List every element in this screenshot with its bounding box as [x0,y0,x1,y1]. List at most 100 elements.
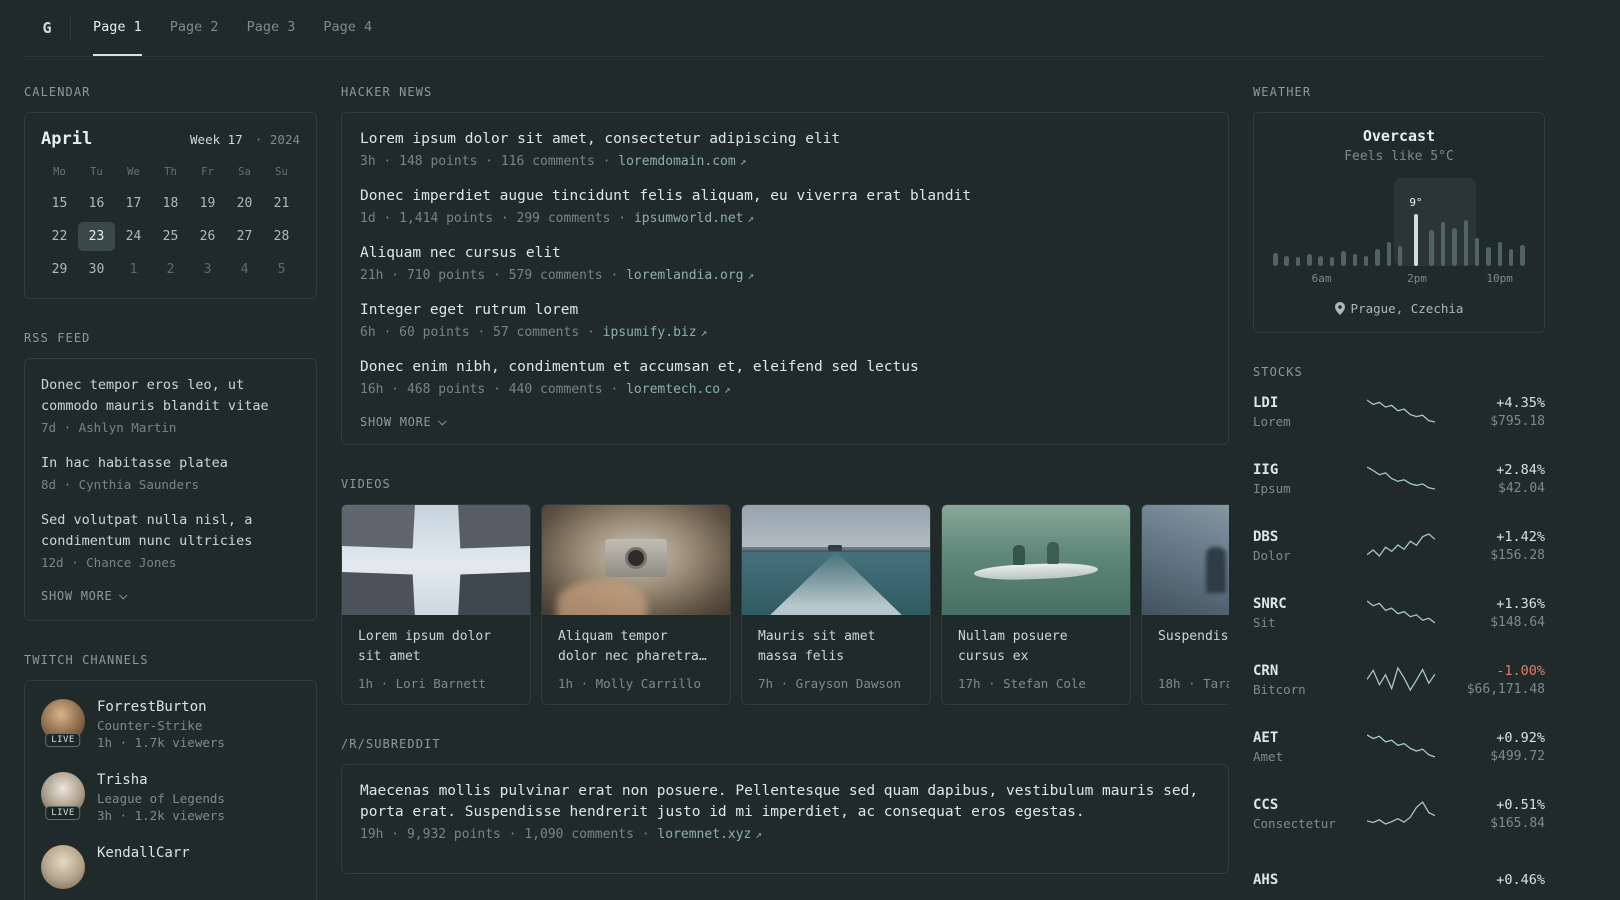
weather-hour-bar[interactable] [1352,249,1358,266]
stock-row[interactable]: DBS Dolor +1.42% $156.28 [1253,526,1545,566]
stock-row[interactable]: SNRC Sit +1.36% $148.64 [1253,593,1545,633]
page-tabs: Page 1 Page 2 Page 3 Page 4 [79,0,386,56]
rss-item-title-link[interactable]: Sed volutpat nulla nisl, a condimentum n… [41,510,300,552]
stock-row[interactable]: AHS +0.46% [1253,861,1545,900]
channel-name[interactable]: Trisha [97,772,225,788]
weather-hour-bar[interactable] [1486,242,1491,266]
video-title[interactable]: Aliquam tempor dolor nec pharetra… [558,627,714,667]
stock-row[interactable]: AET Amet +0.92% $499.72 [1253,727,1545,767]
calendar-day[interactable]: 20 [226,189,263,218]
calendar-day[interactable]: 21 [263,189,300,218]
hackernews-item: Integer eget rutrum lorem 6h · 60 points… [360,300,1210,340]
calendar-day[interactable]: 22 [41,222,78,251]
calendar-day[interactable]: 26 [189,222,226,251]
weather-hour-bar[interactable] [1318,251,1323,266]
hackernews-item-domain-link[interactable]: loremtech.co [626,382,720,397]
weather-hour-bar[interactable] [1520,240,1525,266]
video-title[interactable]: Nullam posuere cursus ex [958,627,1114,667]
calendar-day[interactable]: 17 [115,189,152,218]
video-card[interactable]: Suspendis diam 18h · Tara [1141,504,1229,705]
weather-hour-bar[interactable] [1341,246,1346,266]
channel-name[interactable]: KendallCarr [97,845,190,861]
page-tab[interactable]: Page 4 [323,0,372,56]
calendar-day[interactable]: 29 [41,255,78,284]
weather-hour-bar[interactable] [1329,252,1335,266]
calendar-day[interactable]: 1 [115,255,152,284]
hackernews-item-title-link[interactable]: Donec enim nibh, condimentum et accumsan… [360,357,1210,378]
channel-name[interactable]: ForrestBurton [97,699,225,715]
stock-row[interactable]: IIG Ipsum +2.84% $42.04 [1253,459,1545,499]
rss-item-title-link[interactable]: In hac habitasse platea [41,453,300,474]
calendar-day[interactable]: 25 [152,222,189,251]
hackernews-item-title-link[interactable]: Donec imperdiet augue tincidunt felis al… [360,186,1210,207]
hackernews-item-domain-link[interactable]: ipsumify.biz [603,325,697,340]
hackernews-item-title-link[interactable]: Aliquam nec cursus elit [360,243,1210,264]
calendar-day[interactable]: 24 [115,222,152,251]
calendar-day[interactable]: 3 [189,255,226,284]
video-title[interactable]: Mauris sit amet massa felis [758,627,914,667]
rss-item-title-link[interactable]: Donec tempor eros leo, ut commodo mauris… [41,375,300,417]
subreddit-post-title-link[interactable]: Maecenas mollis pulvinar erat non posuer… [360,781,1210,823]
video-title[interactable]: Lorem ipsum dolor sit amet consectetu… [358,627,514,667]
twitch-channel[interactable]: LIVE Trisha League of Legends 3h · 1.2k … [41,772,300,823]
calendar-day[interactable]: 15 [41,189,78,218]
calendar-day[interactable]: 2 [152,255,189,284]
stock-row[interactable]: CRN Bitcorn -1.00% $66,171.48 [1253,660,1545,700]
hackernews-item-title-link[interactable]: Lorem ipsum dolor sit amet, consectetur … [360,129,1210,150]
rss-widget: RSS FEED Donec tempor eros leo, ut commo… [24,331,317,621]
video-card[interactable]: Mauris sit amet massa felis 7h · Grayson… [741,504,931,705]
weather-hour-bar[interactable] [1497,237,1503,266]
weather-hour-bar[interactable] [1295,252,1301,266]
hackernews-show-more-button[interactable]: SHOW MORE [360,415,447,429]
weather-bar-fill [1508,249,1514,266]
calendar-day[interactable]: 28 [263,222,300,251]
weather-hour-bar[interactable] [1397,241,1403,266]
calendar-day[interactable]: 23 [78,222,115,251]
page-tab[interactable]: Page 1 [93,0,142,56]
weather-hour-bar[interactable] [1429,225,1434,266]
video-card[interactable]: Lorem ipsum dolor sit amet consectetu… 1… [341,504,531,705]
weather-hour-bar[interactable] [1363,251,1369,266]
weather-hour-bar[interactable] [1440,217,1446,266]
subreddit-post-domain-link[interactable]: loremnet.xyz [657,827,751,842]
page-tab[interactable]: Page 3 [247,0,296,56]
weather-hour-bar[interactable] [1375,244,1380,266]
calendar-day[interactable]: 19 [189,189,226,218]
stock-change-percent: +1.36% [1496,596,1545,612]
twitch-channel[interactable]: LIVE ForrestBurton Counter-Strike 1h · 1… [41,699,300,750]
video-card[interactable]: Aliquam tempor dolor nec pharetra… 1h · … [541,504,731,705]
rss-show-more-button[interactable]: SHOW MORE [41,589,128,603]
calendar-day[interactable]: 27 [226,222,263,251]
app-logo[interactable]: G [24,0,70,56]
weather-hour-bar[interactable] [1452,223,1457,266]
calendar-day[interactable]: 30 [78,255,115,284]
calendar-day[interactable]: 4 [226,255,263,284]
calendar-day[interactable]: 16 [78,189,115,218]
external-link-icon: ↗ [739,155,747,168]
weather-hour-bar[interactable] [1273,248,1278,266]
weather-hour-bar[interactable] [1284,251,1289,266]
calendar-day[interactable]: 5 [263,255,300,284]
video-title[interactable]: Suspendis diam [1158,627,1229,667]
calendar-widget-label: CALENDAR [24,85,91,99]
twitch-channel[interactable]: KendallCarr [41,845,300,889]
weather-hour-bar[interactable] [1474,233,1480,266]
calendar-day[interactable]: 18 [152,189,189,218]
weather-hour-bar[interactable] [1463,215,1468,266]
weather-hour-bar[interactable] [1386,237,1392,266]
hackernews-item-domain-link[interactable]: ipsumworld.net [634,211,744,226]
weather-condition: Overcast [1362,127,1436,145]
video-card[interactable]: Nullam posuere cursus ex 17h · Stefan Co… [941,504,1131,705]
stock-row[interactable]: CCS Consectetur +0.51% $165.84 [1253,794,1545,834]
weather-hour-bar[interactable] [1307,249,1312,266]
stock-row[interactable]: LDI Lorem +4.35% $795.18 [1253,392,1545,432]
hackernews-item-domain-link[interactable]: loremlandia.org [626,268,743,283]
stocks-list: LDI Lorem +4.35% $795.18 IIG Ipsum +2.84… [1253,392,1545,900]
weather-hour-bar[interactable] [1508,244,1514,266]
hackernews-item-domain-link[interactable]: loremdomain.com [618,154,735,169]
weather-hour-bar[interactable]: 9° [1409,196,1423,266]
weather-location-row[interactable]: Prague, Czechia [1270,301,1528,316]
page-tab[interactable]: Page 2 [170,0,219,56]
weather-time-label: 6am [1311,272,1332,285]
hackernews-item-title-link[interactable]: Integer eget rutrum lorem [360,300,1210,321]
